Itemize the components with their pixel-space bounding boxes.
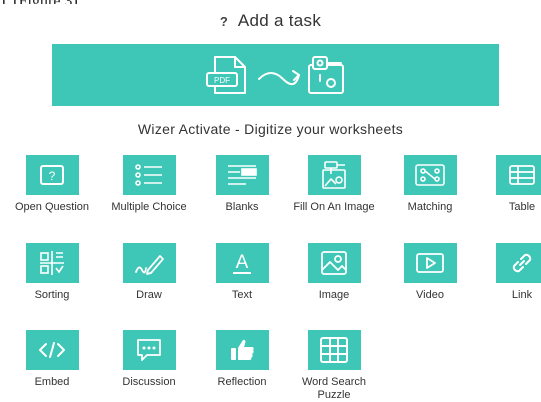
svg-text:A: A — [236, 252, 249, 273]
image-annotate-icon — [322, 161, 346, 189]
page-title: Add a task — [237, 11, 322, 30]
question-box-icon: ? — [40, 165, 64, 185]
task-label: Video — [416, 289, 444, 301]
task-table[interactable]: Table — [478, 155, 541, 214]
task-label: Discussion — [122, 376, 176, 388]
task-label: Reflection — [217, 376, 267, 388]
task-image[interactable]: Image — [290, 243, 378, 302]
task-label: Multiple Choice — [111, 201, 187, 213]
task-word-search-puzzle[interactable]: Word Search Puzzle — [290, 330, 378, 402]
help-icon[interactable]: ? — [220, 14, 228, 29]
page-header: ? Add a task — [0, 10, 541, 32]
digitize-banner[interactable]: PDF — [52, 44, 499, 106]
svg-text:?: ? — [49, 169, 56, 183]
video-icon — [416, 253, 444, 273]
task-draw[interactable]: Draw — [105, 243, 193, 302]
list-icon — [135, 164, 162, 186]
task-label: Word Search Puzzle — [302, 376, 366, 401]
task-discussion[interactable]: Discussion — [105, 330, 193, 389]
task-fill-on-an-image[interactable]: Fill On An Image — [290, 155, 378, 214]
task-reflection[interactable]: Reflection — [198, 330, 286, 389]
task-open-question[interactable]: ? Open Question — [8, 155, 96, 214]
task-embed[interactable]: Embed — [8, 330, 96, 389]
task-label: Image — [318, 289, 350, 301]
task-link[interactable]: Link — [478, 243, 541, 302]
task-label: Link — [511, 289, 533, 301]
svg-text:PDF: PDF — [214, 76, 230, 85]
task-label: Open Question — [15, 201, 89, 213]
task-sorting[interactable]: Sorting — [8, 243, 96, 302]
task-text[interactable]: A Text — [198, 243, 286, 302]
thumbs-up-icon — [231, 339, 254, 360]
blanks-icon — [228, 165, 257, 185]
pdf-to-worksheet-icon: PDF — [205, 56, 344, 94]
pencil-icon — [135, 255, 164, 275]
table-icon — [509, 165, 535, 185]
text-icon: A — [233, 252, 251, 274]
image-icon — [321, 251, 347, 275]
task-label: Text — [231, 289, 253, 301]
task-label: Matching — [407, 201, 453, 213]
task-label: Fill On An Image — [293, 201, 375, 213]
grid-icon — [320, 337, 348, 363]
task-multiple-choice[interactable]: Multiple Choice — [105, 155, 193, 214]
task-label: Table — [508, 201, 536, 213]
sorting-icon — [40, 251, 64, 275]
task-label: Blanks — [225, 201, 259, 213]
task-label: Draw — [136, 289, 162, 301]
matching-icon — [415, 164, 445, 186]
task-matching[interactable]: Matching — [386, 155, 474, 214]
task-label: Sorting — [34, 289, 70, 301]
task-video[interactable]: Video — [386, 243, 474, 302]
link-icon — [512, 253, 532, 273]
chat-icon — [137, 339, 161, 361]
task-label: Embed — [34, 376, 70, 388]
subtitle: Wizer Activate - Digitize your worksheet… — [137, 121, 404, 137]
top-text-fragment: ). (Figure 3) — [0, 0, 180, 4]
code-icon — [39, 342, 65, 358]
task-blanks[interactable]: Blanks — [198, 155, 286, 214]
